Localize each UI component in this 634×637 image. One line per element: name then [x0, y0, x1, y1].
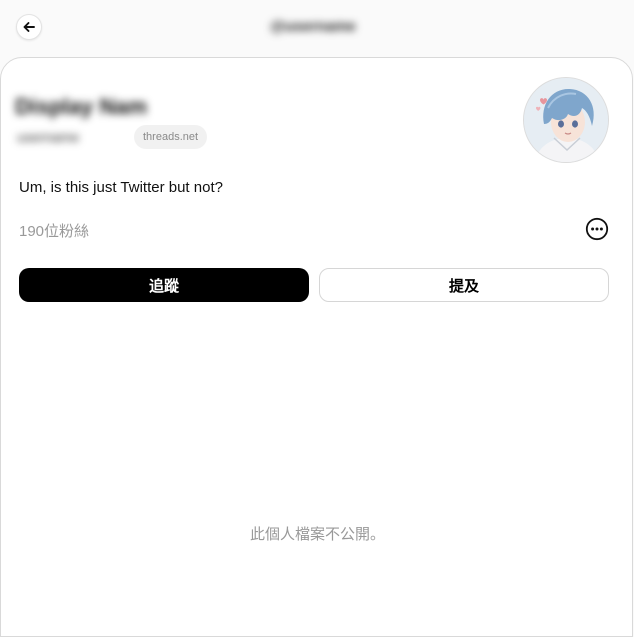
follow-button[interactable]: 追蹤: [19, 268, 309, 302]
display-name: Display Name: [15, 94, 147, 119]
back-button[interactable]: [16, 14, 42, 40]
private-profile-notice: 此個人檔案不公開。: [249, 526, 385, 543]
avatar-image: [524, 78, 608, 162]
top-bar: @username: [0, 0, 634, 58]
avatar[interactable]: [523, 77, 609, 163]
arrow-left-icon: [23, 22, 35, 32]
more-options-button[interactable]: [584, 216, 610, 242]
domain-chip[interactable]: threads.net: [134, 125, 208, 149]
profile-bio: Um, is this just Twitter but not?: [19, 179, 223, 196]
followers-count[interactable]: 190位粉絲: [19, 220, 89, 241]
mention-button[interactable]: 提及: [319, 268, 609, 302]
username: username: [17, 129, 80, 145]
more-horizontal-circle-icon: [585, 217, 609, 241]
profile-card: Display Name username threads.net Um, is…: [0, 57, 633, 637]
page-title: @username: [270, 18, 356, 35]
